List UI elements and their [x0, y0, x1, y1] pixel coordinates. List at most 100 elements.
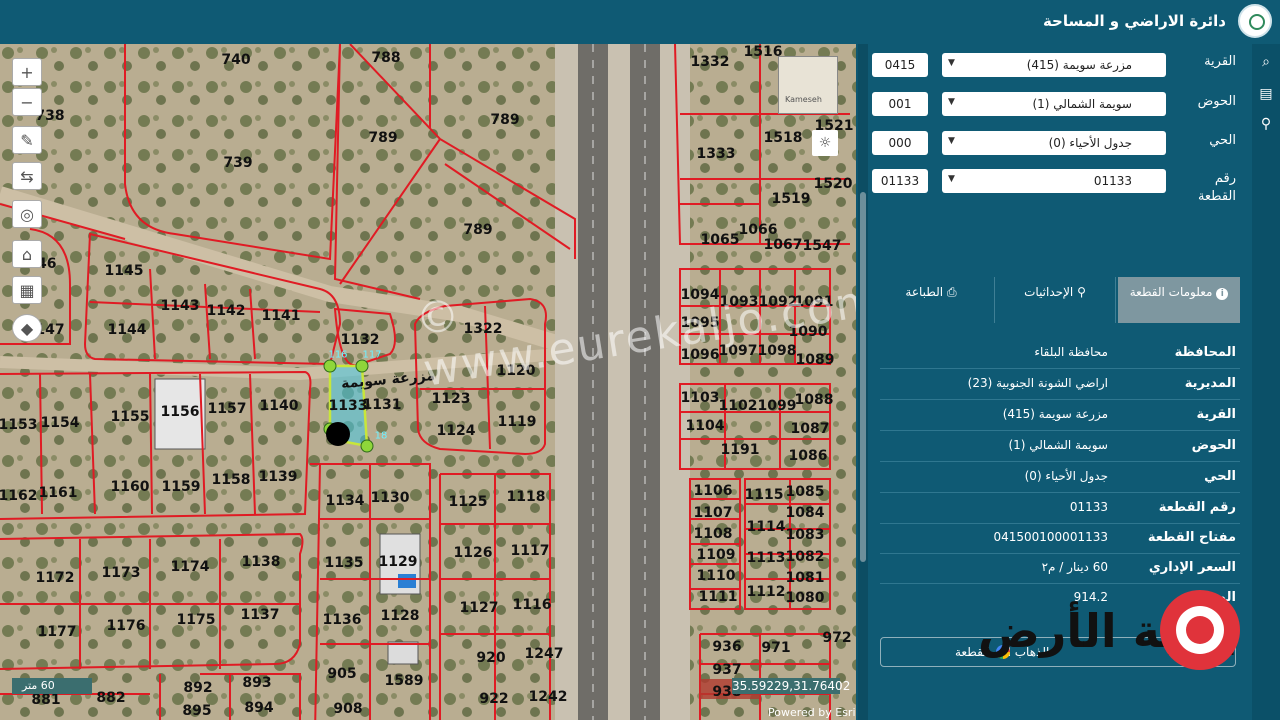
- parcel-number: 1088: [794, 392, 834, 408]
- top-bar: دائرة الاراضي و المساحة: [0, 0, 1280, 44]
- parcel-number: 1159: [161, 479, 201, 495]
- parcel-number: 1082: [785, 549, 825, 565]
- panel-scrollbar[interactable]: [858, 44, 868, 720]
- parcel-number: 1066: [738, 222, 778, 238]
- locate-button[interactable]: ◎: [12, 200, 42, 228]
- parcel-number: 1161: [38, 485, 78, 501]
- parcel-number: 1111: [698, 589, 738, 605]
- info-key: القرية: [1196, 407, 1236, 422]
- crosshair-icon: ◎: [20, 204, 34, 224]
- tab-label: معلومات القطعة: [1129, 285, 1213, 299]
- village-code-input[interactable]: 0415: [872, 53, 928, 77]
- village-value: مزرعة سويمة (415): [1026, 58, 1132, 72]
- basin-code-input[interactable]: 001: [872, 92, 928, 116]
- parcel-select[interactable]: 01133 ▼: [942, 169, 1166, 193]
- scroll-thumb[interactable]: [860, 192, 866, 562]
- vertex-label: 18: [374, 430, 388, 442]
- right-rail: ⌕ ▤ ⚲: [1252, 44, 1280, 720]
- parcel-code-input[interactable]: 01133: [872, 169, 928, 193]
- parcel-number: 1081: [785, 570, 825, 586]
- overview-map[interactable]: Kameseh: [778, 56, 838, 114]
- parcel-number: 1124: [436, 423, 476, 439]
- parcel-number: 740: [221, 52, 251, 68]
- measure-button[interactable]: ⇆: [12, 162, 42, 190]
- info-value: سويمة الشمالي (1): [1008, 438, 1108, 452]
- parcel-number: 1104: [685, 418, 725, 434]
- village-select[interactable]: مزرعة سويمة (415) ▼: [942, 53, 1166, 77]
- basin-select[interactable]: سويمة الشمالي (1) ▼: [942, 92, 1166, 116]
- tab-print[interactable]: ⎙ الطباعة: [870, 277, 992, 323]
- parcel-number: 1520: [813, 176, 853, 192]
- draw-button[interactable]: ✎: [12, 126, 42, 154]
- parcel-number: 1125: [448, 494, 488, 510]
- basin-value: سويمة الشمالي (1): [1032, 97, 1132, 111]
- home-icon: ⌂: [21, 244, 33, 264]
- basemap-button[interactable]: ▦: [12, 276, 42, 304]
- parcel-number: 1518: [763, 130, 803, 146]
- parcel-number: 1130: [370, 490, 410, 506]
- basin-label: الحوض: [1197, 94, 1236, 109]
- info-value: 914.2: [1073, 590, 1108, 604]
- map-view[interactable]: 740 788 1332 1516 738 789 789 1521 1518 739 1333 15…: [0, 44, 856, 720]
- location-pin-icon[interactable]: ⚲: [1258, 116, 1274, 132]
- parcel-number: 1332: [690, 54, 730, 70]
- parcel-number: 1118: [506, 489, 546, 505]
- parcel-label: رقم القطعة: [1197, 171, 1236, 204]
- vertex-label: 117: [362, 349, 382, 361]
- parcel-number: 1086: [788, 448, 828, 464]
- tab-parcel-info[interactable]: i معلومات القطعة: [1118, 277, 1240, 323]
- parcel-value: 01133: [1093, 174, 1132, 188]
- info-key: المحافظة: [1174, 345, 1236, 360]
- info-value: مزرعة سويمة (415): [1002, 407, 1108, 421]
- basemap-icon: ▦: [19, 280, 35, 300]
- plus-icon: +: [20, 62, 34, 82]
- parcel-number: 1247: [524, 646, 564, 662]
- info-icon: i: [1216, 288, 1229, 300]
- info-value: 041500100001133: [993, 530, 1108, 544]
- parcel-number: 789: [463, 222, 493, 238]
- district-select[interactable]: جدول الأحياء (0) ▼: [942, 131, 1166, 155]
- info-row: المحافظة محافظة البلقاء: [880, 338, 1240, 369]
- parcel-number: 1153: [0, 417, 38, 433]
- parcel-number: 881: [31, 692, 61, 708]
- parcel-number: 1107: [693, 505, 733, 521]
- zoom-out-button[interactable]: −: [12, 88, 42, 116]
- esri-attribution: Powered by Esri: [768, 706, 856, 719]
- district-code-input[interactable]: 000: [872, 131, 928, 155]
- parcel-number: 1102: [718, 398, 758, 414]
- info-row: مفتاح القطعة 041500100001133: [880, 523, 1240, 554]
- parcel-number: 1114: [746, 519, 786, 535]
- parcel-number: 1103: [680, 390, 720, 406]
- chevron-down-icon: ▼: [948, 58, 955, 68]
- parcel-number: 1129: [378, 554, 418, 570]
- parcel-number: 908: [333, 701, 363, 717]
- tab-coordinates[interactable]: ⚲ الإحداثيات: [994, 277, 1116, 323]
- app-title: دائرة الاراضي و المساحة: [1042, 12, 1226, 30]
- parcel-number: 882: [96, 690, 126, 706]
- daylight-button[interactable]: ☼: [812, 130, 838, 156]
- minus-icon: −: [20, 92, 34, 112]
- measure-icon: ⇆: [20, 166, 34, 186]
- info-row: رقم القطعة 01133: [880, 493, 1240, 524]
- compass-button[interactable]: ◆: [12, 314, 42, 342]
- parcel-number: 1108: [693, 526, 733, 542]
- info-value: 01133: [1069, 500, 1108, 514]
- parcel-number: 789: [368, 130, 398, 146]
- zoom-in-button[interactable]: +: [12, 58, 42, 86]
- info-row: القرية مزرعة سويمة (415): [880, 400, 1240, 431]
- info-key: مفتاح القطعة: [1147, 530, 1236, 545]
- layers-icon[interactable]: ▤: [1258, 86, 1274, 102]
- parcel-number: 1119: [497, 414, 537, 430]
- info-row: الحوض سويمة الشمالي (1): [880, 431, 1240, 462]
- parcel-number: 1519: [771, 191, 811, 207]
- parcel-number: 1134: [325, 493, 365, 509]
- parcel-number: 1155: [110, 409, 150, 425]
- parcel-number: 972: [822, 630, 852, 646]
- print-icon: ⎙: [946, 285, 957, 299]
- home-button[interactable]: ⌂: [12, 240, 42, 268]
- search-icon[interactable]: ⌕: [1258, 54, 1274, 70]
- parcel-number: 1177: [37, 624, 77, 640]
- parcel-number: 1157: [207, 401, 247, 417]
- info-value: 60 دينار / م٢: [1041, 560, 1108, 574]
- info-row: الحي جدول الأحياء (0): [880, 462, 1240, 493]
